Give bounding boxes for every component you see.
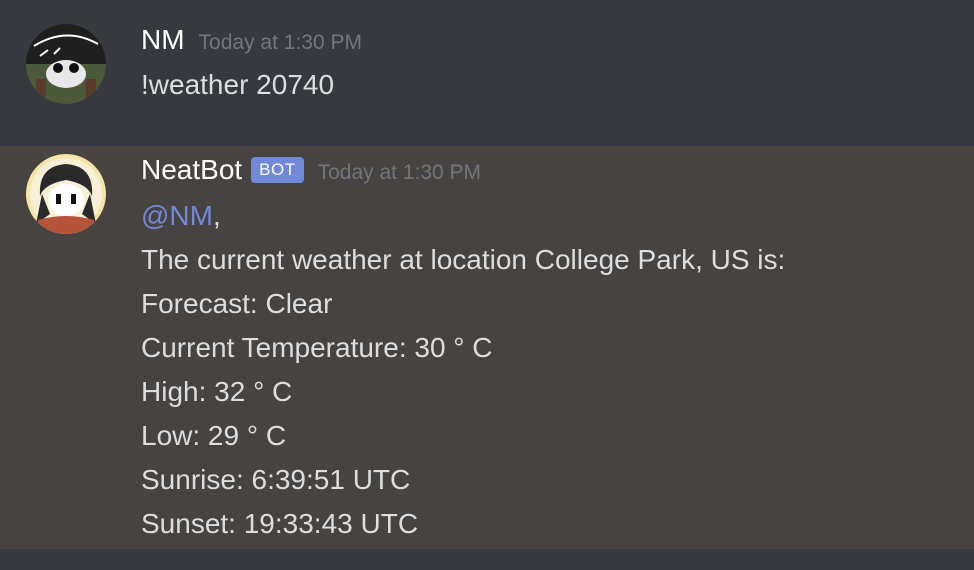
message-header: NeatBot BOT Today at 1:30 PM (141, 154, 481, 187)
message-header: NM Today at 1:30 PM (141, 24, 362, 56)
user-mention[interactable]: @NM (141, 200, 213, 231)
username[interactable]: NM (141, 24, 185, 56)
message-nm: NM Today at 1:30 PM !weather 20740 (0, 0, 974, 146)
message-line: High: 32 ° C (141, 376, 293, 407)
bot-badge: BOT (251, 157, 304, 183)
timestamp: Today at 1:30 PM (198, 31, 362, 54)
message-content: @NM, The current weather at location Col… (141, 194, 785, 546)
bottom-divider (0, 549, 974, 570)
avatar-nm[interactable] (26, 24, 106, 104)
mention-line: @NM, (141, 194, 785, 238)
message-line: Forecast: Clear (141, 288, 333, 319)
message-line: Sunrise: 6:39:51 UTC (141, 464, 411, 495)
message-neatbot: NeatBot BOT Today at 1:30 PM @NM, The cu… (0, 146, 974, 549)
message-line: Low: 29 ° C (141, 420, 287, 451)
message-content: !weather 20740 (141, 69, 335, 100)
username[interactable]: NeatBot (141, 154, 242, 186)
message-line: Sunset: 19:33:43 UTC (141, 508, 419, 539)
timestamp: Today at 1:30 PM (317, 161, 482, 184)
message-line: Current Temperature: 30 ° C (141, 332, 493, 363)
mention-suffix: , (212, 200, 221, 231)
avatar-neatbot[interactable] (26, 154, 106, 234)
message-line: The current weather at location College … (141, 244, 786, 275)
